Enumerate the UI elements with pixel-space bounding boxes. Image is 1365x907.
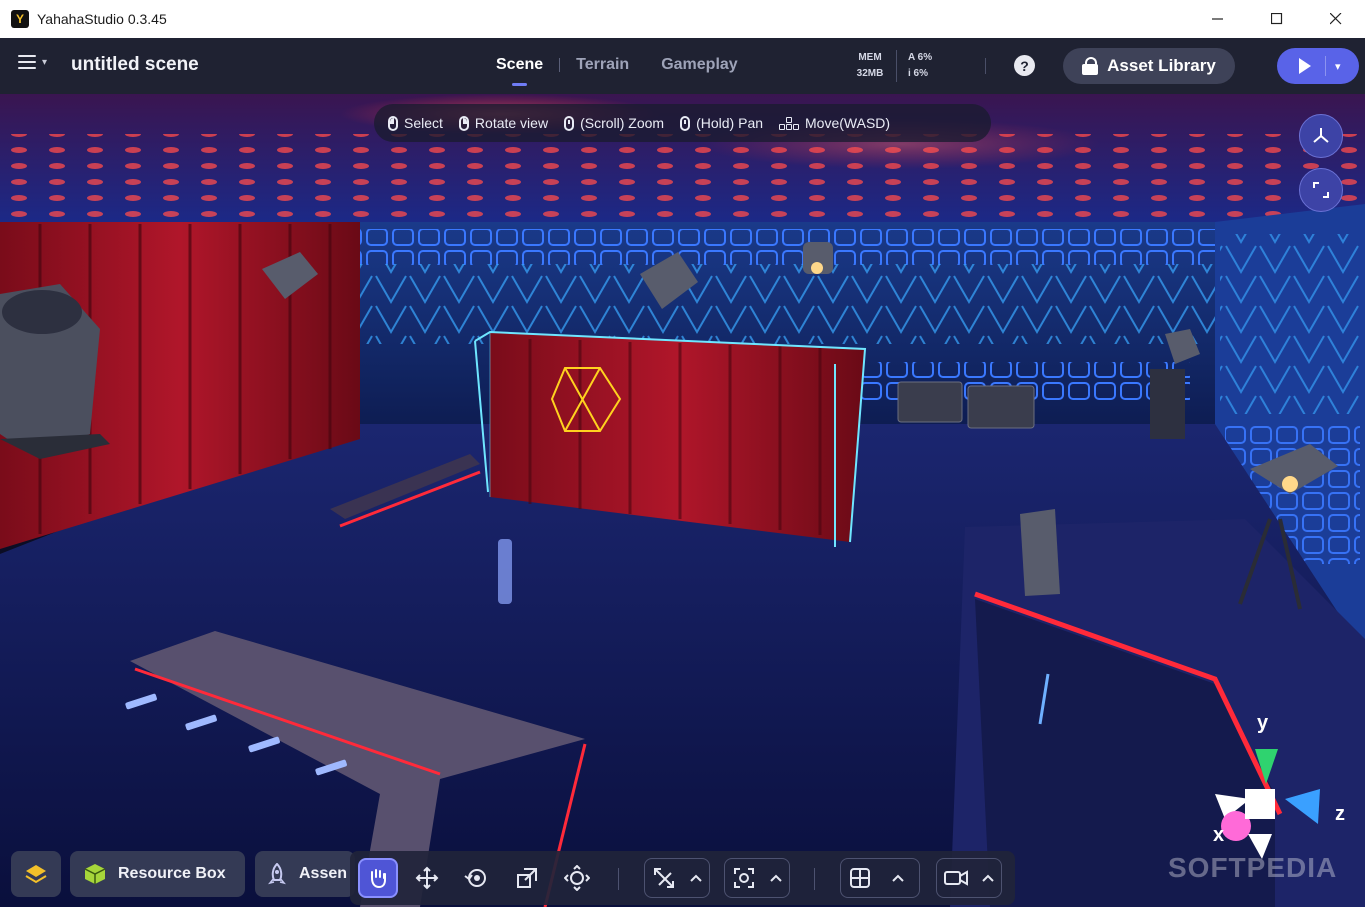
hint-rotate: Rotate view: [458, 115, 549, 131]
scale-icon: [517, 868, 537, 888]
hint-move-label: Move(WASD): [805, 115, 891, 131]
hint-select-label: Select: [404, 115, 443, 131]
lock-icon: [1082, 57, 1099, 75]
orbit-axes-icon: [1313, 128, 1329, 143]
memory-indicator: MEM 32MB: [852, 50, 888, 82]
gizmo-x-label[interactable]: x: [1213, 824, 1224, 847]
resource-box-label: Resource Box: [118, 865, 226, 882]
camera-group: [936, 858, 1002, 898]
window-controls: [1188, 0, 1365, 38]
mode-tabs: Scene Terrain Gameplay: [480, 56, 754, 86]
hint-pan-label: (Hold) Pan: [696, 115, 764, 131]
transform-toolbar: [350, 851, 1015, 905]
resource-box-button[interactable]: Resource Box: [70, 851, 245, 897]
hand-tool-button[interactable]: [358, 858, 398, 898]
layers-icon: [25, 865, 47, 884]
hint-pan: (Hold) Pan: [680, 115, 763, 131]
hint-zoom-label: (Scroll) Zoom: [580, 115, 665, 131]
hamburger-icon: [18, 55, 36, 69]
video-camera-icon: [944, 870, 968, 886]
tab-scene[interactable]: Scene: [480, 56, 559, 86]
help-button[interactable]: ?: [1014, 55, 1035, 76]
maximize-icon: [1270, 13, 1282, 25]
snap-arrows-icon: [654, 868, 674, 888]
close-button[interactable]: [1306, 0, 1365, 38]
play-icon: [1299, 58, 1311, 74]
app-header: ▾ untitled scene Scene Terrain Gameplay …: [0, 38, 1365, 95]
move-tool-button[interactable]: [407, 858, 447, 898]
hand-icon: [371, 869, 386, 889]
yahaha-logo-icon: Y: [11, 10, 29, 28]
camera-button[interactable]: [937, 858, 975, 898]
snap-group: [644, 858, 710, 898]
window-titlebar: Y YahahaStudio 0.3.45: [0, 0, 1365, 39]
minimize-button[interactable]: [1188, 0, 1247, 38]
camera-options-chevron-icon[interactable]: [975, 858, 1001, 898]
asset-library-button[interactable]: Asset Library: [1063, 48, 1235, 84]
mouse-left-icon: [388, 115, 398, 131]
focus-target-icon: [734, 868, 754, 888]
snap-button[interactable]: [645, 858, 683, 898]
assets-label: Assen: [299, 865, 348, 882]
play-divider: [1325, 56, 1326, 76]
layers-button[interactable]: [11, 851, 61, 897]
play-options-chevron-icon[interactable]: ▾: [1335, 60, 1341, 73]
camera-orbit-button[interactable]: [1299, 114, 1343, 158]
perf-i-value: i 6%: [908, 68, 929, 79]
gizmo-y-label[interactable]: y: [1257, 712, 1268, 735]
hint-zoom: (Scroll) Zoom: [564, 115, 664, 131]
rotate-icon: [464, 869, 486, 887]
perf-a-value: A 6%: [908, 52, 933, 63]
gizmo-z-label[interactable]: z: [1335, 803, 1345, 826]
focus-group: [724, 858, 790, 898]
controls-hint-bar: Select Rotate view (Scroll) Zoom (Hold) …: [374, 104, 991, 142]
window-title: YahahaStudio 0.3.45: [37, 11, 167, 27]
scene-render: [0, 94, 1365, 907]
memory-label: MEM: [858, 52, 882, 63]
transform-icon: [564, 865, 590, 891]
scale-tool-button[interactable]: [507, 858, 547, 898]
memory-value: 32MB: [856, 68, 884, 79]
hint-rotate-label: Rotate view: [474, 115, 549, 131]
toolbar-divider: [618, 868, 619, 890]
grid-icon: [850, 868, 870, 888]
perf-divider: [896, 50, 897, 82]
hint-select: Select: [388, 115, 443, 131]
asset-library-label: Asset Library: [1107, 56, 1216, 75]
chevron-down-icon: ▾: [42, 56, 48, 68]
tab-gameplay[interactable]: Gameplay: [645, 56, 753, 74]
move-arrows-icon: [415, 866, 439, 890]
grid-group: [840, 858, 920, 898]
toolbar-divider: [814, 868, 815, 890]
rocket-icon: [268, 863, 286, 885]
mouse-scroll-icon: [564, 115, 575, 131]
grid-button[interactable]: [841, 858, 879, 898]
close-icon: [1329, 13, 1341, 25]
assets-button[interactable]: Assen: [255, 851, 355, 897]
grid-options-chevron-icon[interactable]: [885, 858, 911, 898]
softpedia-watermark: SOFTPEDIA: [1168, 852, 1338, 883]
scene-title[interactable]: untitled scene: [71, 54, 199, 76]
tab-terrain[interactable]: Terrain: [560, 56, 645, 74]
focus-frame-button[interactable]: [1299, 168, 1343, 212]
app-window: Y YahahaStudio 0.3.45 ▾ untitled scene S…: [0, 0, 1365, 907]
play-button[interactable]: ▾: [1277, 48, 1359, 84]
transform-tool-button[interactable]: [557, 858, 597, 898]
main-menu-button[interactable]: ▾: [18, 55, 47, 69]
mouse-right-icon: [458, 115, 469, 131]
focus-options-chevron-icon[interactable]: [763, 858, 789, 898]
rotate-tool-button[interactable]: [457, 858, 497, 898]
snap-options-chevron-icon[interactable]: [683, 858, 709, 898]
minimize-icon: [1211, 18, 1223, 20]
cube-box-icon: [84, 864, 106, 884]
performance-indicator: A 6% i 6%: [908, 50, 932, 82]
scene-viewport[interactable]: [0, 94, 1365, 907]
hint-move: Move(WASD): [779, 115, 890, 131]
focus-button[interactable]: [725, 858, 763, 898]
mouse-middle-icon: [680, 115, 691, 131]
frame-corners-icon: [1313, 182, 1329, 198]
maximize-button[interactable]: [1247, 0, 1306, 38]
header-divider: [985, 58, 986, 74]
wasd-keys-icon: [779, 116, 800, 130]
